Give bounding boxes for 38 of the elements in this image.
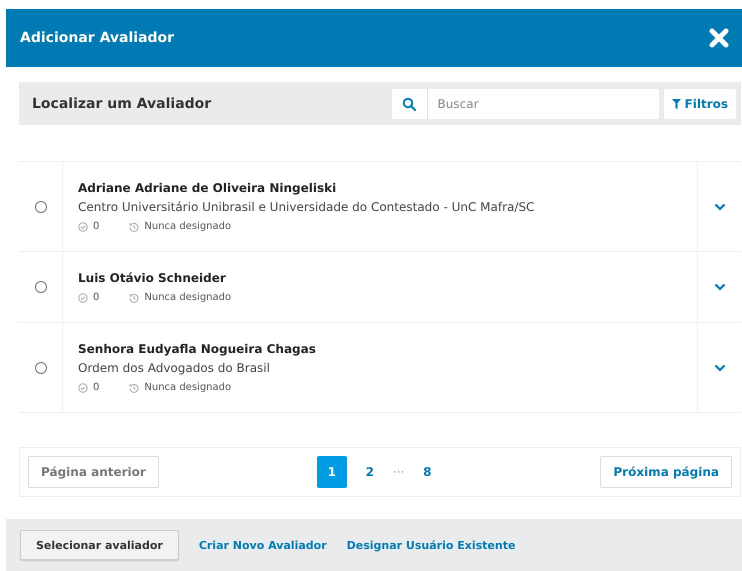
search-field[interactable]: Buscar [428,88,659,118]
filter-button[interactable]: Filtros [664,88,736,118]
reviewer-name: Adriane Adriane de Oliveira Ningeliski [78,181,338,195]
page-button[interactable]: 8 [412,456,442,488]
review-count: 0 [93,292,100,303]
last-assigned: Nunca designado [144,292,232,303]
select-radio[interactable] [34,362,46,374]
page-button[interactable]: 2 [354,456,385,488]
search-icon[interactable] [392,88,428,118]
check-circle-icon [78,292,88,302]
reviewer-affiliation: Ordem dos Advogados do Brasil [78,361,271,375]
last-assigned: Nunca designado [144,221,232,232]
check-circle-icon [78,222,88,232]
close-button[interactable] [708,27,730,49]
select-radio[interactable] [34,200,46,212]
review-count: 0 [93,382,100,393]
page-ellipsis: ··· [392,465,404,479]
select-reviewer-button[interactable]: Selecionar avaliador [20,530,179,560]
filter-icon [672,98,681,108]
panel-title: Localizar um Avaliador [32,96,212,112]
select-radio[interactable] [34,281,46,293]
reviewer-name: Senhora Eudyafla Nogueira Chagas [78,342,317,356]
reviewer-name: Luis Otávio Schneider [78,271,227,285]
last-assigned: Nunca designado [144,382,232,393]
expand-chevron-icon[interactable] [712,362,728,374]
review-count: 0 [93,221,100,232]
expand-chevron-icon[interactable] [712,200,728,212]
check-circle-icon [78,382,88,392]
expand-chevron-icon[interactable] [712,281,728,293]
page-button[interactable]: 1 [316,456,347,488]
history-icon [129,292,140,302]
history-icon [129,382,140,392]
footer-link[interactable]: Designar Usuário Existente [346,538,516,552]
reviewer-affiliation: Centro Universitário Unibrasil e Universidade do Contestado - UnC Mafra/SC [78,200,536,214]
history-icon [129,222,140,232]
modal-title: Adicionar Avaliador [20,30,174,46]
next-page-button[interactable]: Próxima página [600,456,732,488]
footer-link[interactable]: Criar Novo Avaliador [198,538,327,552]
